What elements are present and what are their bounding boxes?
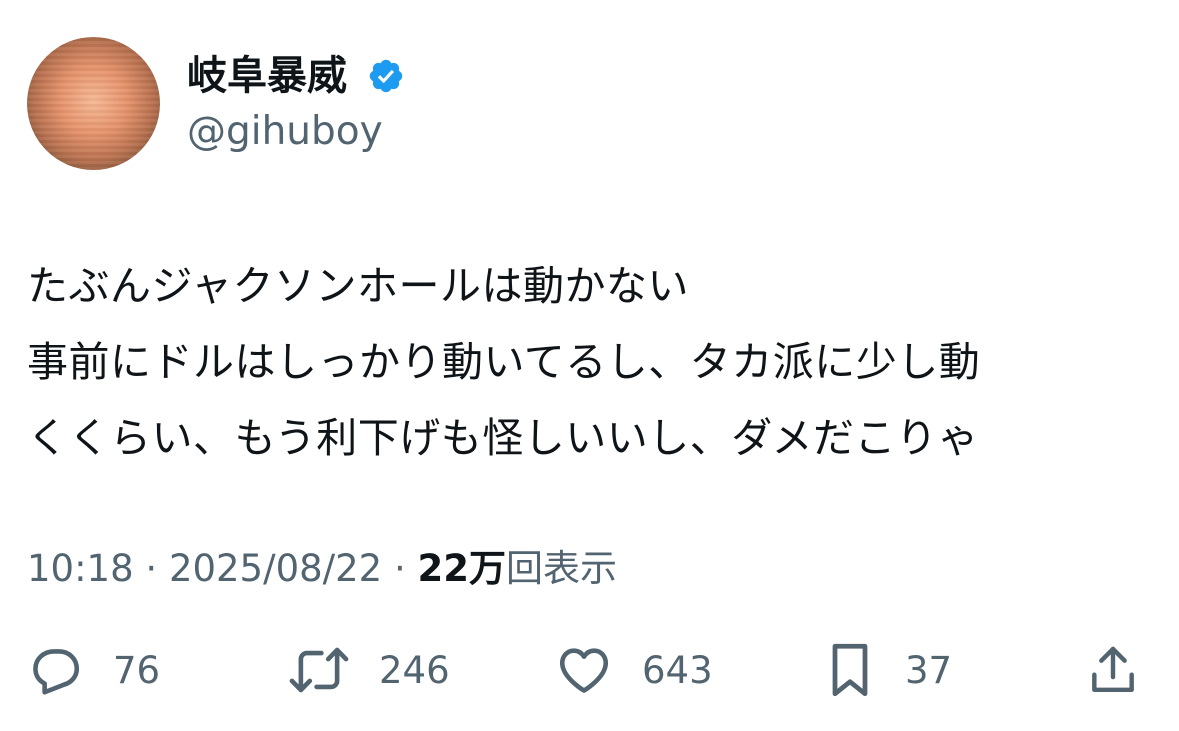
tweet-text-line: たぶんジャクソンホールは動かない [27, 262, 689, 310]
verified-badge-icon[interactable] [367, 57, 405, 95]
share-icon [1092, 646, 1134, 693]
avatar[interactable] [27, 37, 160, 170]
reply-icon [33, 649, 80, 695]
like-button[interactable]: 643 [554, 640, 713, 700]
reply-count: 76 [113, 648, 161, 692]
meta-separator: · [393, 547, 406, 590]
reply-button[interactable]: 76 [27, 640, 160, 700]
bookmark-count: 37 [905, 648, 953, 692]
bookmark-icon [832, 643, 868, 697]
action-bar: 76 246 643 37 [0, 640, 1179, 700]
tweet-text-line: くくらい、もう利下げも怪しいいし、ダメだこりゃ [27, 414, 980, 462]
tweet-text-line: 事前にドルはしっかり動いてるし、タカ派に少し動 [27, 338, 981, 386]
meta-separator: · [145, 547, 158, 590]
repost-count: 246 [379, 648, 450, 692]
tweet-date[interactable]: 2025/08/22 [169, 547, 382, 590]
like-count: 643 [642, 648, 713, 692]
tweet-text: たぶんジャクソンホールは動かない 事前にドルはしっかり動いてるし、タカ派に少し動… [27, 248, 1157, 476]
user-handle[interactable]: @gihuboy [187, 108, 383, 156]
tweet-meta: 10:18 · 2025/08/22 · 22万回表示 [27, 545, 617, 593]
bookmark-button[interactable]: 37 [823, 640, 952, 700]
views-count: 22万 [417, 547, 507, 590]
heart-icon [559, 648, 609, 693]
share-button[interactable] [1085, 640, 1141, 700]
repost-button[interactable]: 246 [287, 640, 450, 700]
tweet-time[interactable]: 10:18 [27, 547, 134, 590]
repost-icon [289, 647, 349, 693]
display-name[interactable]: 岐阜暴威 [187, 52, 347, 100]
views-label: 回表示 [506, 547, 617, 590]
